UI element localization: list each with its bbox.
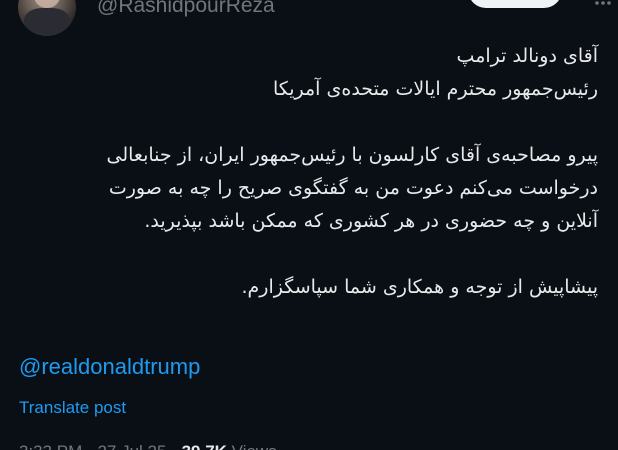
tweet-line: پیشاپیش از توجه و همکاری شما سپاسگزارم.	[241, 276, 598, 298]
more-options-icon[interactable]	[594, 0, 612, 12]
tweet-meta: 3:33 PM · 27 Jul 25 · 39.7K Views	[19, 440, 277, 450]
tweet-line: درخواست می‌کنم دعوت من به گفتگوی صریح را…	[108, 177, 598, 199]
translate-post-link[interactable]: Translate post	[19, 396, 126, 420]
tweet-header: @RashidpourReza	[0, 0, 618, 36]
tweet-line: پیرو مصاحبه‌ی آقای کارلسون با رئیس‌جمهور…	[106, 144, 599, 166]
follow-button[interactable]	[468, 0, 562, 8]
avatar-face	[34, 0, 60, 8]
tweet-text: آقای دونالد ترامپ رئیس‌جمهور محترم ایالا…	[20, 40, 599, 304]
views-count: 39.7K	[182, 442, 227, 450]
post-date[interactable]: 27 Jul 25	[97, 442, 166, 450]
tweet-line: آنلاین و چه حضوری در هر کشوری که ممکن با…	[144, 210, 598, 232]
meta-separator: ·	[171, 442, 181, 450]
meta-separator: ·	[87, 442, 97, 450]
tweet-line: رئیس‌جمهور محترم ایالات متحده‌ی آمریکا	[272, 78, 598, 100]
post-time[interactable]: 3:33 PM	[19, 442, 82, 450]
tweet-line: آقای دونالد ترامپ	[456, 45, 598, 67]
views-label: Views	[232, 442, 277, 450]
author-handle[interactable]: @RashidpourReza	[97, 0, 275, 20]
mention-link[interactable]: @realdonaldtrump	[19, 352, 200, 382]
avatar-suit	[24, 8, 70, 36]
avatar[interactable]	[18, 0, 76, 36]
